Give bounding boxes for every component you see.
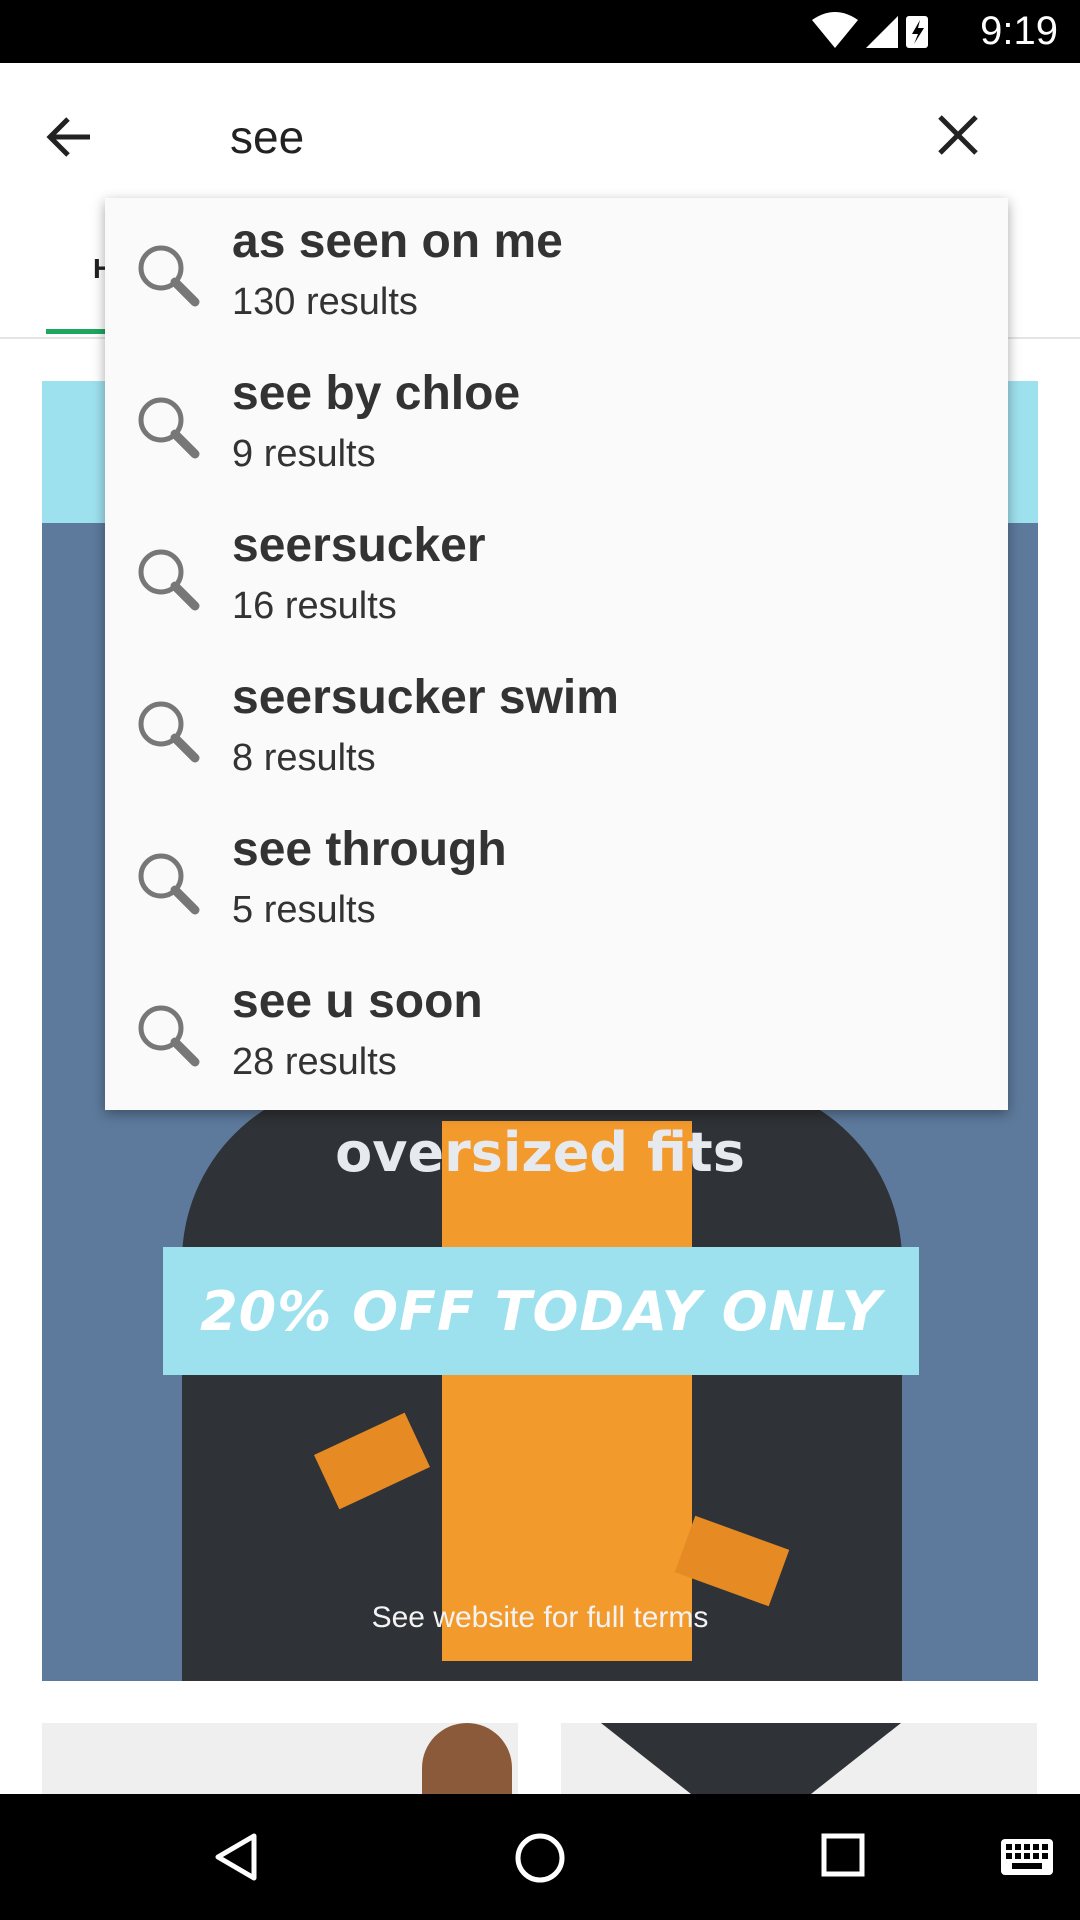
status-time: 9:19 (980, 9, 1058, 53)
wifi-icon (812, 12, 858, 48)
suggestion-item[interactable]: see u soon 28 results (105, 958, 1008, 1110)
suggestion-count: 9 results (232, 433, 376, 475)
suggestion-title: see u soon (232, 975, 483, 1028)
suggestion-item[interactable]: see through 5 results (105, 806, 1008, 958)
signal-icon (866, 16, 898, 48)
suggestion-item[interactable]: seersucker 16 results (105, 502, 1008, 654)
system-nav-bar (0, 1794, 1080, 1920)
suggestion-title: seersucker (232, 519, 486, 572)
tab-indicator (46, 329, 106, 334)
search-input[interactable]: see (230, 107, 304, 167)
suggestion-title: see through (232, 823, 507, 876)
search-bar: see (0, 63, 1080, 195)
search-icon (135, 850, 201, 916)
suggestion-count: 28 results (232, 1041, 397, 1083)
search-icon (135, 698, 201, 764)
home-circle-icon[interactable] (514, 1832, 566, 1889)
suggestion-item[interactable]: see by chloe 9 results (105, 350, 1008, 502)
thumbnail-image (422, 1723, 512, 1794)
promo-text: 20% OFF TODAY ONLY (200, 1279, 882, 1343)
back-triangle-icon[interactable] (212, 1832, 262, 1887)
suggestion-item[interactable]: seersucker swim 8 results (105, 654, 1008, 806)
close-icon[interactable] (930, 107, 986, 163)
suggestion-title: as seen on me (232, 215, 563, 268)
hero-headline: oversized fits (335, 1121, 745, 1184)
hero-image-sweater (442, 1121, 692, 1661)
recents-square-icon[interactable] (820, 1832, 866, 1883)
promo-banner: 20% OFF TODAY ONLY (163, 1247, 919, 1375)
suggestion-title: seersucker swim (232, 671, 619, 724)
search-icon (135, 546, 201, 612)
thumbnail-image (601, 1723, 901, 1794)
suggestion-count: 130 results (232, 281, 418, 323)
suggestion-title: see by chloe (232, 367, 521, 420)
status-bar: 9:19 (0, 0, 1080, 63)
search-icon (135, 394, 201, 460)
product-thumbnail[interactable] (42, 1723, 518, 1794)
suggestion-item[interactable]: as seen on me 130 results (105, 198, 1008, 350)
search-icon (135, 242, 201, 308)
product-thumbnail[interactable] (561, 1723, 1037, 1794)
status-icons (810, 12, 930, 57)
suggestion-count: 8 results (232, 737, 376, 779)
keyboard-icon[interactable] (1000, 1838, 1054, 1881)
suggestion-count: 5 results (232, 889, 376, 931)
search-suggestions: as seen on me 130 results see by chloe 9… (105, 198, 1008, 1110)
suggestion-count: 16 results (232, 585, 397, 627)
search-icon (135, 1002, 201, 1068)
arrow-back-icon[interactable] (44, 109, 100, 165)
hero-terms: See website for full terms (371, 1601, 709, 1634)
